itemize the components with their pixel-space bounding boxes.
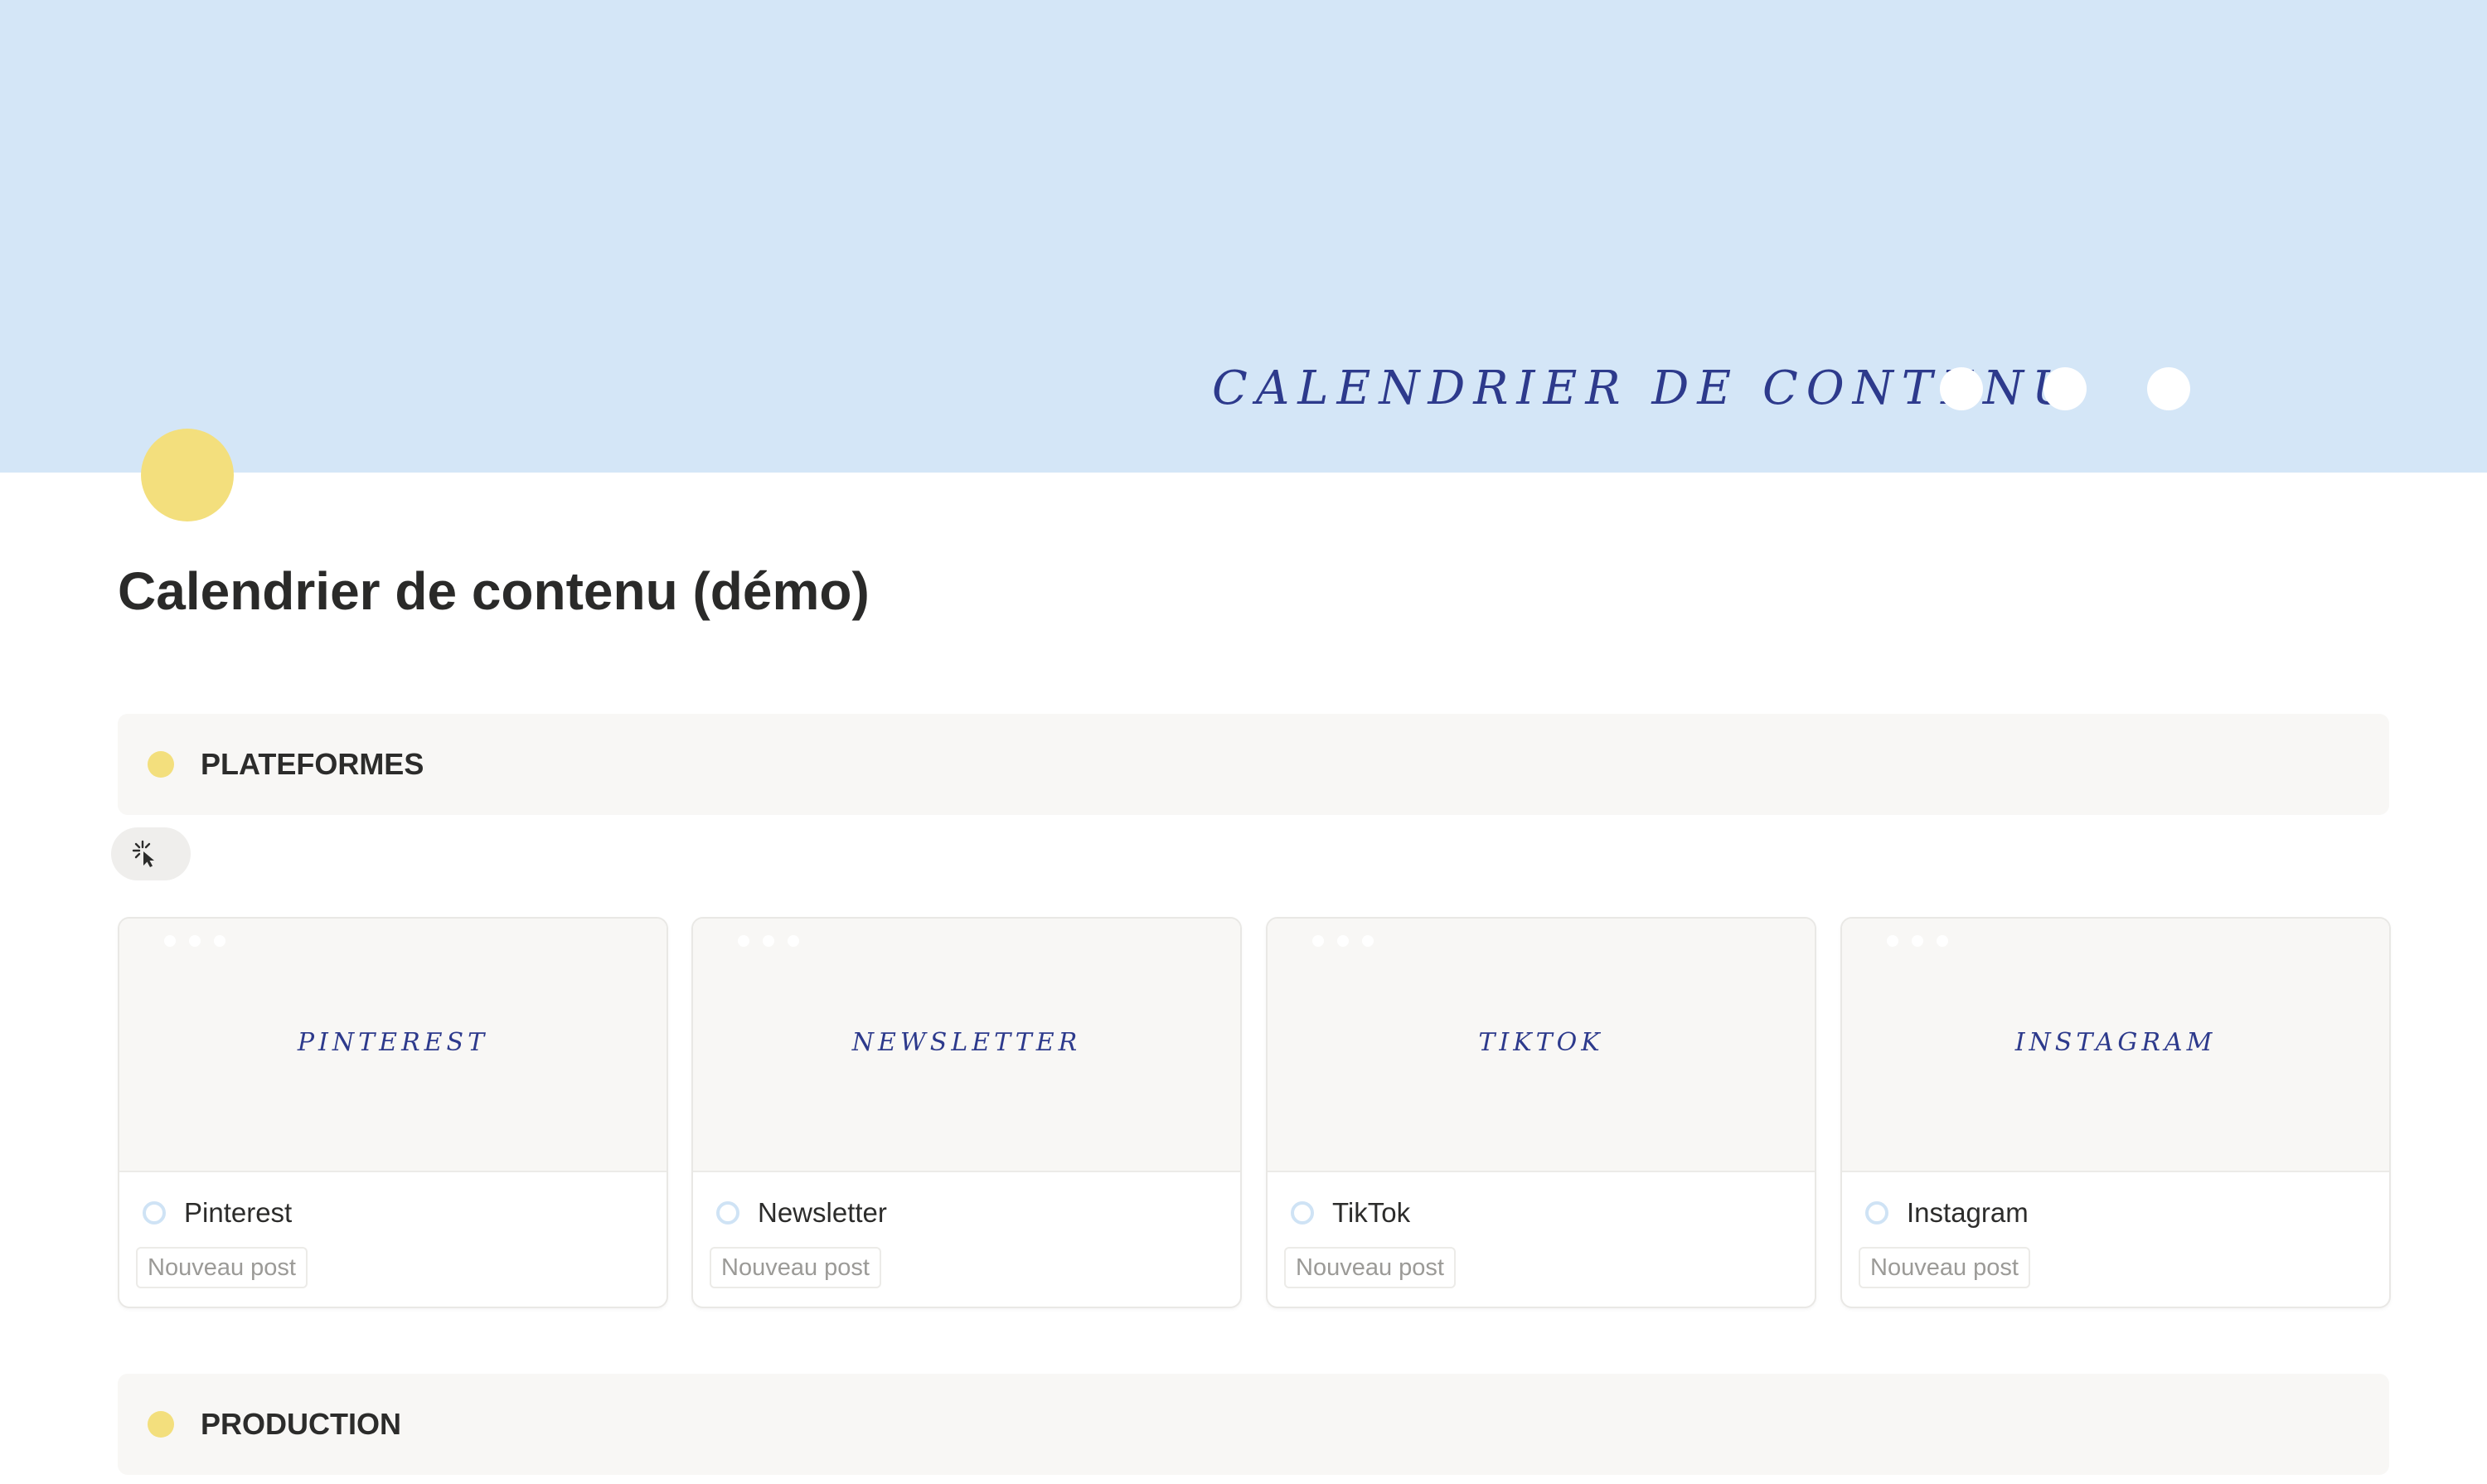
card-dots xyxy=(738,935,799,947)
card-cover: INSTAGRAM xyxy=(1842,919,2389,1172)
new-post-button[interactable]: Nouveau post xyxy=(710,1247,881,1288)
page-title[interactable]: Calendrier de contenu (démo) xyxy=(118,560,870,622)
cover-dot-3 xyxy=(2147,367,2190,410)
card-title: Newsletter xyxy=(758,1197,887,1228)
new-post-button[interactable]: Nouveau post xyxy=(1284,1247,1456,1288)
gallery-card-instagram[interactable]: INSTAGRAM Instagram Nouveau post xyxy=(1840,917,2391,1308)
new-post-button[interactable]: Nouveau post xyxy=(136,1247,308,1288)
gallery-card-tiktok[interactable]: TIKTOK TikTok Nouveau post xyxy=(1266,917,1816,1308)
card-cover-text: TIKTOK xyxy=(1478,1028,1604,1057)
section-label: PRODUCTION xyxy=(201,1407,401,1441)
spinner-cursor-icon xyxy=(132,840,154,867)
section-label: PLATEFORMES xyxy=(201,747,424,781)
card-cover-text: PINTEREST xyxy=(297,1028,489,1057)
gallery-card-newsletter[interactable]: NEWSLETTER Newsletter Nouveau post xyxy=(691,917,1242,1308)
card-title-row: Newsletter xyxy=(716,1194,887,1232)
card-title-row: Instagram xyxy=(1865,1194,2029,1232)
yellow-dot-icon xyxy=(148,1411,174,1438)
card-cover: PINTEREST xyxy=(119,919,667,1172)
yellow-dot-icon xyxy=(148,751,174,778)
loading-indicator xyxy=(111,827,191,880)
section-callout-production[interactable]: PRODUCTION xyxy=(118,1374,2389,1475)
card-title: Pinterest xyxy=(184,1197,293,1228)
card-title-row: Pinterest xyxy=(143,1194,292,1232)
new-post-button[interactable]: Nouveau post xyxy=(1859,1247,2030,1288)
status-circle-icon xyxy=(1291,1201,1314,1225)
card-cover-text: INSTAGRAM xyxy=(2014,1028,2217,1057)
page-cover[interactable]: CALENDRIER DE CONTENU xyxy=(0,0,2487,473)
card-title: TikTok xyxy=(1332,1197,1411,1228)
card-dots xyxy=(164,935,225,947)
section-callout-plateformes[interactable]: PLATEFORMES xyxy=(118,714,2389,815)
cover-dot-1 xyxy=(1940,367,1983,410)
card-title-row: TikTok xyxy=(1291,1194,1410,1232)
status-circle-icon xyxy=(143,1201,166,1225)
status-circle-icon xyxy=(1865,1201,1888,1225)
cover-dot-2 xyxy=(2043,367,2087,410)
card-dots xyxy=(1887,935,1948,947)
page-icon[interactable] xyxy=(141,429,234,521)
card-cover-text: NEWSLETTER xyxy=(851,1028,1082,1057)
gallery-card-pinterest[interactable]: PINTEREST Pinterest Nouveau post xyxy=(118,917,668,1308)
card-dots xyxy=(1312,935,1374,947)
status-circle-icon xyxy=(716,1201,739,1225)
card-cover: TIKTOK xyxy=(1268,919,1815,1172)
card-title: Instagram xyxy=(1907,1197,2029,1228)
card-cover: NEWSLETTER xyxy=(693,919,1240,1172)
